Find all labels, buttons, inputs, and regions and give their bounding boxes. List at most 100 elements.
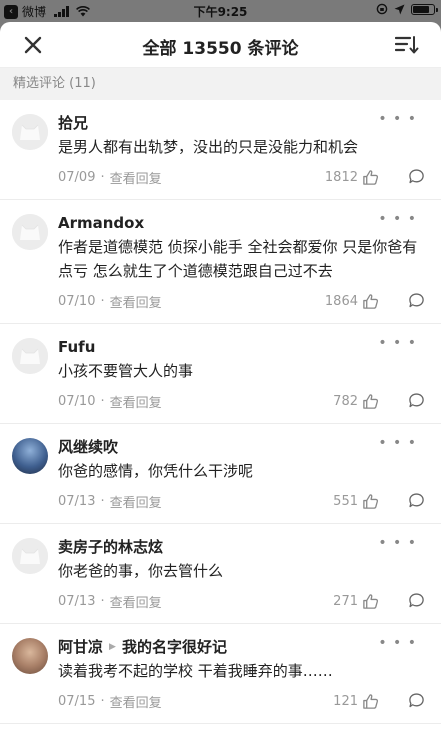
like-count: 271 — [333, 593, 358, 609]
like-button[interactable]: 1864 — [325, 291, 379, 311]
comment-username-row: 风继续吹 — [58, 436, 425, 458]
comment-item: • • • 风继续吹 你爸的感情，你凭什么干涉呢 07/13 · 查看回复 55… — [0, 424, 441, 524]
thumbs-up-icon — [363, 393, 379, 409]
comment-date: 07/13 — [58, 593, 96, 609]
comment-text: 作者是道德模范 侦探小能手 全社会都爱你 只是你爸有点亏 怎么就生了个道德模范跟… — [58, 238, 418, 280]
avatar[interactable] — [12, 338, 48, 374]
comment-bubble-icon — [409, 293, 424, 308]
status-bar-right — [376, 3, 438, 15]
meta-separator: · — [100, 693, 105, 709]
comment-date: 07/10 — [58, 393, 96, 409]
reply-button[interactable] — [408, 692, 425, 713]
status-bar-time: 下午9:25 — [193, 5, 248, 19]
reply-button[interactable] — [408, 292, 425, 313]
more-options-icon[interactable]: • • • — [378, 212, 417, 226]
meta-separator: · — [100, 293, 105, 309]
comment-bubble-icon — [409, 593, 424, 608]
more-options-icon[interactable]: • • • — [378, 112, 417, 126]
comment-username-row: 卖房子的林志炫 — [58, 536, 425, 558]
comment-meta: 07/10 · 查看回复 1864 — [58, 291, 425, 311]
comment-meta: 07/13 · 查看回复 271 — [58, 591, 425, 611]
thumbs-up-icon — [363, 493, 379, 509]
like-count: 1812 — [324, 169, 358, 185]
comment-bubble-icon — [409, 169, 424, 184]
like-count: 1864 — [324, 293, 358, 309]
meta-separator: · — [100, 593, 105, 609]
thumbs-up-icon — [363, 693, 379, 709]
like-button[interactable]: 271 — [333, 591, 379, 611]
avatar[interactable] — [12, 114, 48, 150]
comment-username[interactable]: Armandox — [58, 212, 144, 234]
reply-button[interactable] — [408, 392, 425, 413]
thumbs-up-icon — [363, 169, 379, 185]
avatar[interactable] — [12, 638, 48, 674]
more-options-icon[interactable]: • • • — [378, 636, 417, 650]
comment-username[interactable]: 拾兄 — [58, 112, 88, 134]
comment-date: 07/15 — [58, 693, 96, 709]
featured-comments-label: 精选评论 (11) — [0, 68, 441, 100]
like-count: 551 — [333, 493, 358, 509]
like-button[interactable]: 121 — [333, 691, 379, 711]
comment-text: 小孩不要管大人的事 — [58, 362, 194, 380]
avatar[interactable] — [12, 538, 48, 574]
comment-username-row: 拾兄 — [58, 112, 425, 134]
orientation-lock-icon — [376, 3, 388, 15]
view-replies-link[interactable]: 查看回复 — [110, 692, 162, 711]
comments-sheet: 全部 13550 条评论 精选评论 (11) • • • 拾兄 是男人都有出轨梦… — [0, 22, 441, 737]
comment-username[interactable]: 卖房子的林志炫 — [58, 536, 163, 558]
comment-text: 是男人都有出轨梦，没出的只是没能力和机会 — [58, 138, 359, 156]
comment-date: 07/10 — [58, 293, 96, 309]
sort-icon[interactable] — [395, 34, 419, 56]
meta-separator: · — [100, 493, 105, 509]
comment-item: • • • 拾兄 是男人都有出轨梦，没出的只是没能力和机会 07/09 · 查看… — [0, 100, 441, 200]
view-replies-link[interactable]: 查看回复 — [110, 292, 162, 311]
avatar[interactable] — [12, 214, 48, 250]
default-avatar-icon — [12, 538, 48, 574]
comment-username-row: Armandox — [58, 212, 425, 234]
status-bar: ‹ 微博 下午9:25 — [0, 0, 441, 22]
like-button[interactable]: 551 — [333, 491, 379, 511]
comment-meta: 07/10 · 查看回复 782 — [58, 391, 425, 411]
like-button[interactable]: 782 — [333, 391, 379, 411]
more-options-icon[interactable]: • • • — [378, 336, 417, 350]
reply-button[interactable] — [408, 492, 425, 513]
reply-target-username[interactable]: 我的名字很好记 — [122, 636, 227, 658]
page-title: 全部 13550 条评论 — [142, 39, 299, 59]
comment-item: • • • 卖房子的林志炫 你老爸的事，你去管什么 07/13 · 查看回复 2… — [0, 524, 441, 624]
avatar[interactable] — [12, 438, 48, 474]
comment-item: • • • Fufu 小孩不要管大人的事 07/10 · 查看回复 782 — [0, 324, 441, 424]
comment-username[interactable]: 风继续吹 — [58, 436, 118, 458]
comment-text: 你爸的感情，你凭什么干涉呢 — [58, 462, 254, 480]
comment-text: 你老爸的事，你去管什么 — [58, 562, 224, 580]
comment-username-row: 阿甘凉 ▶ 我的名字很好记 — [58, 636, 425, 658]
view-replies-link[interactable]: 查看回复 — [110, 492, 162, 511]
like-count: 782 — [333, 393, 358, 409]
comment-bubble-icon — [409, 693, 424, 708]
comment-item: • • • 阿甘凉 ▶ 我的名字很好记 读着我考不起的学校 干着我睡弃的事…… 0… — [0, 624, 441, 724]
more-options-icon[interactable]: • • • — [378, 536, 417, 550]
reply-button[interactable] — [408, 592, 425, 613]
meta-separator: · — [100, 169, 105, 185]
view-replies-link[interactable]: 查看回复 — [110, 168, 162, 187]
comment-meta: 07/13 · 查看回复 551 — [58, 491, 425, 511]
default-avatar-icon — [12, 214, 48, 250]
view-replies-link[interactable]: 查看回复 — [110, 392, 162, 411]
sheet-header: 全部 13550 条评论 — [0, 22, 441, 68]
like-button[interactable]: 1812 — [325, 167, 379, 187]
comment-bubble-icon — [409, 493, 424, 508]
meta-separator: · — [100, 393, 105, 409]
default-avatar-icon — [12, 338, 48, 374]
comment-date: 07/09 — [58, 169, 96, 185]
battery-icon — [411, 3, 438, 15]
comment-meta: 07/15 · 查看回复 121 — [58, 691, 425, 711]
comment-item: • • • Armandox 作者是道德模范 侦探小能手 全社会都爱你 只是你爸… — [0, 200, 441, 324]
comment-username[interactable]: Fufu — [58, 336, 95, 358]
comment-username[interactable]: 阿甘凉 — [58, 636, 103, 658]
comment-username-row: Fufu — [58, 336, 425, 358]
comment-meta: 07/09 · 查看回复 1812 — [58, 167, 425, 187]
like-count: 121 — [333, 693, 358, 709]
reply-button[interactable] — [408, 168, 425, 189]
location-icon — [394, 4, 405, 14]
more-options-icon[interactable]: • • • — [378, 436, 417, 450]
view-replies-link[interactable]: 查看回复 — [110, 592, 162, 611]
